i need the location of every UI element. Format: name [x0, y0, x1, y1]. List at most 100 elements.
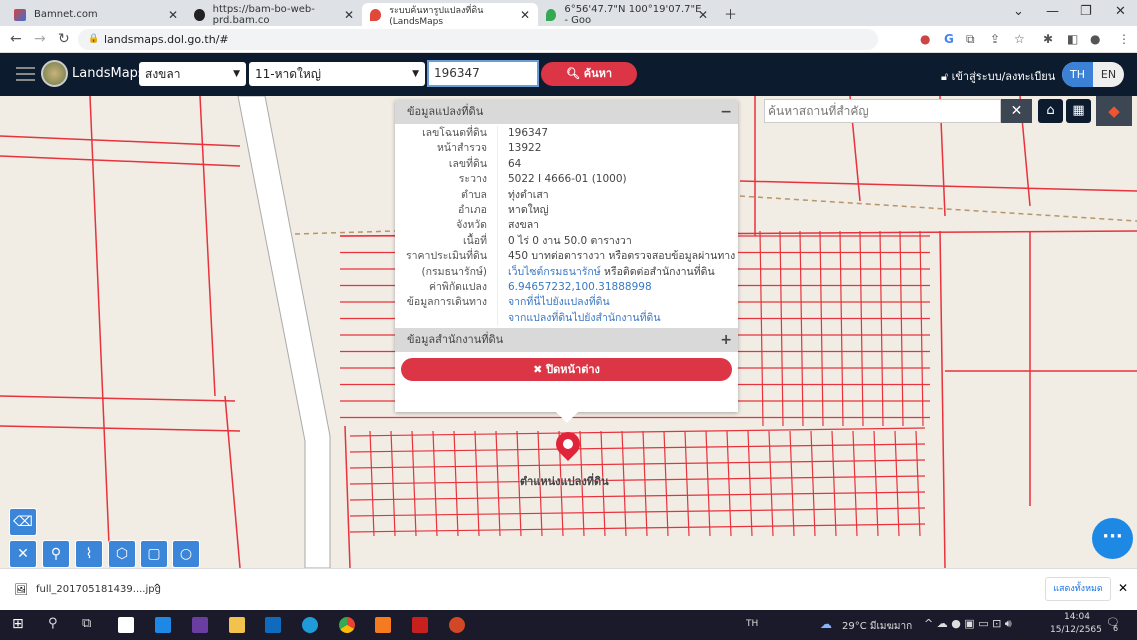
input-language[interactable]: TH — [746, 619, 758, 629]
tab-search-icon[interactable]: ⌄ — [1013, 4, 1024, 19]
download-file[interactable]: full_201705181439....jpg — [36, 584, 161, 595]
hamburger-menu-icon[interactable] — [16, 67, 35, 81]
profile-icon[interactable]: ● — [1090, 32, 1100, 46]
download-bar: 🖼︎ full_201705181439....jpg ^ แสดงทั้งหม… — [0, 568, 1137, 610]
info-value: 13922 — [508, 142, 542, 155]
tab-bam-bo[interactable]: https://bam-bo-web-prd.bam.co ✕ — [186, 3, 362, 26]
bookmark-star-icon[interactable]: ☆ — [1014, 32, 1025, 46]
file-explorer-icon[interactable] — [229, 617, 245, 633]
info-key: ข้อมูลการเดินทาง — [395, 295, 498, 311]
search-icon[interactable]: ⚲ — [48, 616, 58, 631]
info-value[interactable]: 6.94657232,100.31888998 — [508, 281, 652, 293]
info-value[interactable]: จากที่นี่ไปยังแปลงที่ดิน — [508, 296, 610, 308]
more-options-button[interactable]: ··· — [1092, 518, 1133, 559]
tab-landsmaps[interactable]: ระบบค้นหารูปแปลงที่ดิน (LandsMaps ✕ — [362, 3, 538, 27]
parcel-info-header[interactable]: ข้อมูลแปลงที่ดิน − — [395, 100, 738, 124]
lang-th[interactable]: TH — [1062, 62, 1093, 87]
close-tab-icon[interactable]: ✕ — [698, 8, 708, 22]
parcel-number-input[interactable]: 196347 — [427, 60, 539, 87]
acrobat-icon[interactable] — [412, 617, 428, 633]
translate-icon[interactable]: ⧉ — [966, 32, 975, 47]
close-tab-icon[interactable]: ✕ — [520, 8, 530, 22]
mail-icon[interactable] — [155, 617, 171, 633]
info-key: ค่าพิกัดแปลง — [395, 279, 498, 296]
extension-icon[interactable]: ● — [920, 32, 930, 46]
rectangle-icon[interactable]: ▢ — [140, 540, 168, 568]
district-select[interactable]: 11-หาดใหญ่ ▼ — [249, 62, 425, 86]
circle-icon[interactable]: ○ — [172, 540, 200, 568]
grid-icon[interactable]: ▦ — [1066, 99, 1091, 123]
powerpoint-icon[interactable] — [449, 617, 465, 633]
search-label: ค้นหา — [583, 67, 613, 80]
search-button[interactable]: 🔍︎ ค้นหา — [541, 62, 637, 86]
province-select[interactable]: สงขลา ▼ — [139, 62, 246, 86]
tab-google-maps[interactable]: 6°56'47.7"N 100°19'07.7"E - Goo ✕ — [538, 3, 716, 26]
share-icon[interactable]: ⇪ — [990, 32, 1000, 46]
tab-bamnet[interactable]: Bamnet.com ✕ — [6, 3, 186, 26]
login-link[interactable]: 🔓︎ เข้าสู่ระบบ/ลงทะเบียน — [941, 67, 1055, 85]
reload-icon[interactable]: ↻ — [58, 31, 70, 47]
language-toggle[interactable]: TH EN — [1062, 62, 1124, 87]
info-row: ค่าพิกัดแปลง 6.94657232,100.31888998 — [395, 279, 738, 296]
outlook-icon[interactable] — [265, 617, 281, 633]
app-icon[interactable] — [375, 617, 391, 633]
url-field[interactable]: 🔒 landsmaps.dol.go.th/# — [78, 29, 878, 50]
place-search-input[interactable]: ค้นหาสถานที่สำคัญ — [764, 99, 1001, 123]
edge-icon[interactable] — [302, 617, 318, 633]
minimize-icon[interactable]: — — [1046, 4, 1059, 19]
system-tray-icons[interactable]: ^ ☁ ● ▣ ▭ ⊡ 🔊︎ — [924, 617, 1012, 631]
side-panel-icon[interactable]: ◧ — [1067, 32, 1078, 46]
forward-icon[interactable]: → — [34, 31, 46, 47]
back-icon[interactable]: ← — [10, 31, 22, 47]
chrome-icon[interactable] — [339, 617, 355, 633]
windows-start-icon[interactable]: ⊞ — [12, 616, 24, 632]
expand-icon[interactable]: + — [720, 328, 732, 352]
close-tab-icon[interactable]: ✕ — [168, 8, 178, 22]
info-row: จากแปลงที่ดินไปยังสำนักงานที่ดิน — [395, 310, 738, 327]
province-value: สงขลา — [145, 67, 181, 81]
info-key: ราคาประเมินที่ดิน — [395, 249, 498, 265]
layers-icon[interactable]: ◆ — [1096, 96, 1132, 126]
info-row: (กรมธนารักษ์) เว็บไซต์กรมธนารักษ์ หรือติด… — [395, 264, 738, 280]
polyline-icon[interactable]: ⌇ — [75, 540, 103, 568]
lang-en[interactable]: EN — [1093, 62, 1124, 87]
info-value: 0 ไร่ 0 งาน 50.0 ตารางวา — [508, 234, 632, 247]
collapse-icon[interactable]: − — [720, 100, 732, 124]
show-all-button[interactable]: แสดงทั้งหมด — [1045, 577, 1111, 601]
info-row: ราคาประเมินที่ดิน 450 บาทต่อตารางวา หรือต… — [395, 249, 738, 265]
close-tab-icon[interactable]: ✕ — [344, 8, 354, 22]
clock-time[interactable]: 14:04 — [1064, 612, 1090, 622]
google-icon[interactable]: G — [944, 32, 954, 46]
new-tab-icon[interactable]: ＋ — [724, 4, 737, 23]
polygon-icon[interactable]: ⬡ — [108, 540, 136, 568]
menu-kebab-icon[interactable]: ⋮ — [1118, 32, 1130, 46]
extensions-puzzle-icon[interactable]: ✱ — [1043, 32, 1053, 46]
close-window-button[interactable]: ✖ ปิดหน้าต่าง — [401, 358, 732, 382]
info-value[interactable]: เว็บไซต์กรมธนารักษ์ — [508, 266, 601, 278]
info-row: อำเภอ หาดใหญ่ — [395, 202, 738, 219]
info-value: 450 บาทต่อตารางวา หรือตรวจสอบข้อมูลผ่านท… — [508, 250, 736, 263]
close-download-bar-icon[interactable]: ✕ — [1118, 581, 1128, 595]
eraser-icon[interactable]: ⌫ — [9, 508, 37, 536]
weather-text[interactable]: 29°C มีเมฆมาก — [842, 619, 912, 634]
info-value[interactable]: จากแปลงที่ดินไปยังสำนักงานที่ดิน — [508, 312, 661, 324]
tab-title: 6°56'47.7"N 100°19'07.7"E - Goo — [564, 3, 702, 26]
info-value: 5022 I 4666-01 (1000) — [508, 173, 627, 186]
home-icon[interactable]: ⌂ — [1038, 99, 1063, 123]
chevron-up-icon[interactable]: ^ — [153, 583, 161, 594]
clock-date[interactable]: 15/12/2565 — [1050, 625, 1102, 635]
lock-icon: 🔒 — [88, 34, 100, 44]
clear-search-button[interactable]: ✕ — [1001, 99, 1032, 123]
app-icon[interactable] — [192, 617, 208, 633]
info-value-suffix: หรือติดต่อสำนักงานที่ดิน — [600, 265, 715, 278]
task-view-icon[interactable]: ⧉ — [82, 616, 91, 631]
window-close-icon[interactable]: ✕ — [1115, 4, 1126, 19]
maximize-icon[interactable]: ❐ — [1080, 4, 1092, 19]
close-icon: ✖ — [533, 363, 547, 377]
marker-icon[interactable]: ⚲ — [42, 540, 70, 568]
notification-count: 6 — [1113, 624, 1119, 633]
store-icon[interactable] — [118, 617, 134, 633]
land-office-header[interactable]: ข้อมูลสำนักงานที่ดิน + — [395, 328, 738, 353]
info-key: (กรมธนารักษ์) — [395, 264, 498, 280]
measure-tools-icon[interactable]: ✕ — [9, 540, 37, 568]
